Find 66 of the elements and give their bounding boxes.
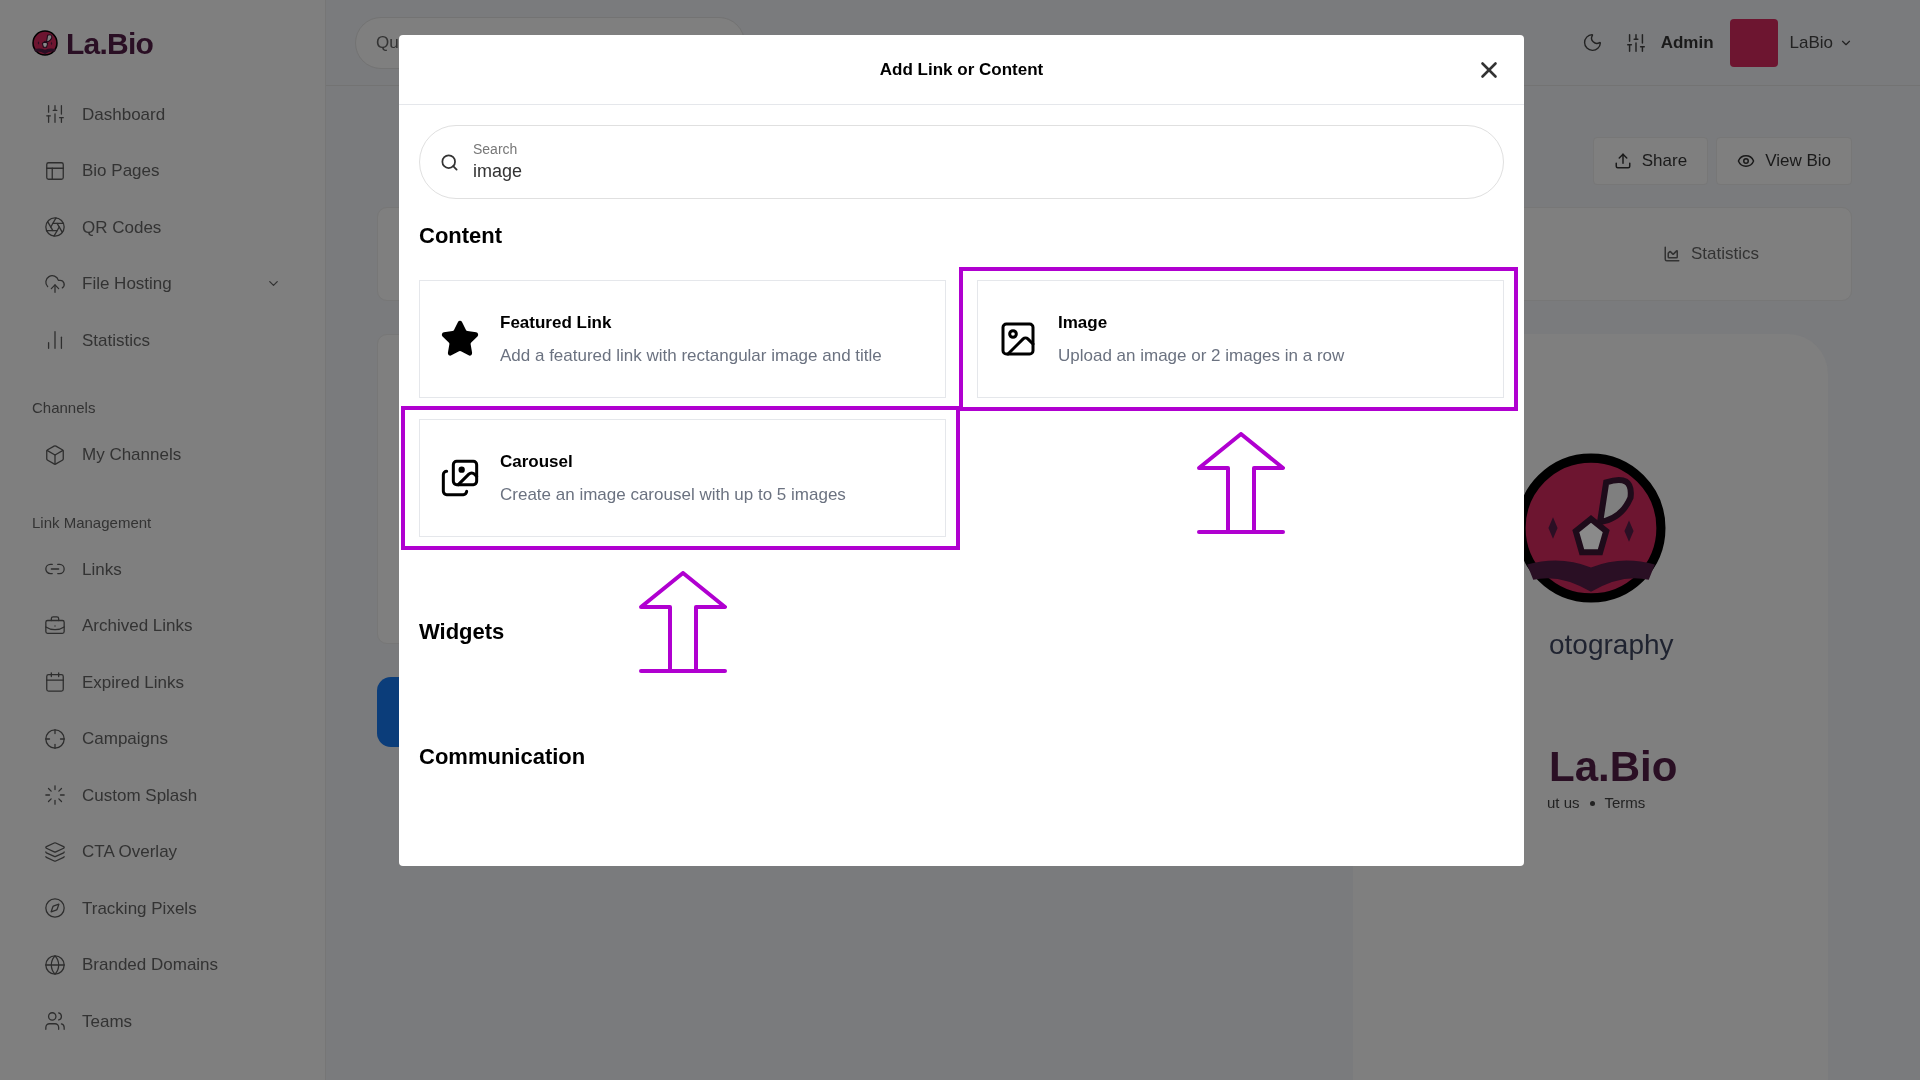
sidebar-item[interactable]: Expired Links [32,654,289,711]
section-heading: Communication [419,743,587,771]
search-input[interactable]: image [473,158,1483,184]
sidebar-item[interactable]: My Channels [32,426,289,483]
layers-icon [44,840,66,863]
sidebar-item[interactable]: Bio Pages [32,142,289,199]
sidebar-item[interactable]: Tracking Pixels [32,880,289,937]
option-description: Upload an image or 2 images in a row [1058,345,1345,367]
role-label: Admin [1660,31,1714,54]
sidebar-item[interactable]: Branded Domains [32,936,289,993]
aperture-icon [44,216,66,239]
moon-icon[interactable] [1581,32,1603,53]
option-title: Carousel [500,450,574,473]
images-icon [440,458,480,498]
briefcase-icon [44,614,66,637]
calendar-icon [44,671,66,694]
cloud-upload-icon [44,272,66,295]
avatar[interactable] [1729,18,1778,67]
compass-icon [44,897,66,920]
dot-separator [1589,800,1595,806]
brand-logo[interactable]: La.Bio [66,20,154,66]
option-description: Add a featured link with rectangular image and title [500,345,882,367]
option-description: Create an image carousel with up to 5 images [500,484,846,506]
sidebar-item[interactable]: Statistics [32,312,289,369]
content-option-card[interactable]: Featured Link Add a featured link with rectangular image and title [419,280,946,398]
section-heading: Content [419,222,504,250]
sidebar-item[interactable]: Links [32,541,289,598]
sidebar-item[interactable]: File Hosting [32,255,289,312]
search-icon [440,152,459,172]
globe-icon [44,953,66,976]
layout-icon [44,159,66,182]
tab[interactable]: Statistics [1662,241,1759,267]
section-label: Link Management [32,512,153,533]
sliders-icon[interactable] [1624,31,1647,54]
sidebar-item[interactable]: Dashboard [32,86,289,143]
profile-title: otography [1549,628,1674,662]
star-icon [440,319,480,359]
section-heading: Widgets [419,618,506,646]
content-option-card[interactable]: Image Upload an image or 2 images in a row [977,280,1504,398]
option-title: Image [1058,311,1109,334]
area-chart-icon [1662,245,1681,263]
sidebar-item[interactable]: Campaigns [32,710,289,767]
loader-icon [44,784,66,807]
option-title: Featured Link [500,311,613,334]
sidebar-item[interactable]: Teams [32,993,289,1050]
users-icon [44,1010,66,1033]
footer-link[interactable]: Terms [1604,792,1646,815]
logo-icon [32,30,58,56]
field-label: Search [473,140,519,158]
toolbar-button[interactable]: Share [1592,137,1709,185]
modal-title: Add Link or Content [879,58,1044,81]
cube-icon [44,443,66,466]
sliders-icon [44,103,66,126]
footer-link[interactable]: ut us [1547,792,1580,815]
upload-icon [1613,152,1632,170]
eye-icon [1737,152,1756,170]
section-label: Channels [32,398,97,419]
content-option-card[interactable]: Carousel Create an image carousel with up to 5 images [419,419,946,537]
crosshair-icon [44,727,66,750]
toolbar-button[interactable]: View Bio [1716,137,1852,185]
sidebar-item[interactable]: Archived Links [32,597,289,654]
sidebar-item[interactable]: QR Codes [32,199,289,256]
brand-logo: La.Bio [1549,746,1678,788]
sidebar-item[interactable]: CTA Overlay [32,823,289,880]
user-menu[interactable]: LaBio [1789,29,1833,56]
sidebar-item[interactable]: Custom Splash [32,767,289,824]
